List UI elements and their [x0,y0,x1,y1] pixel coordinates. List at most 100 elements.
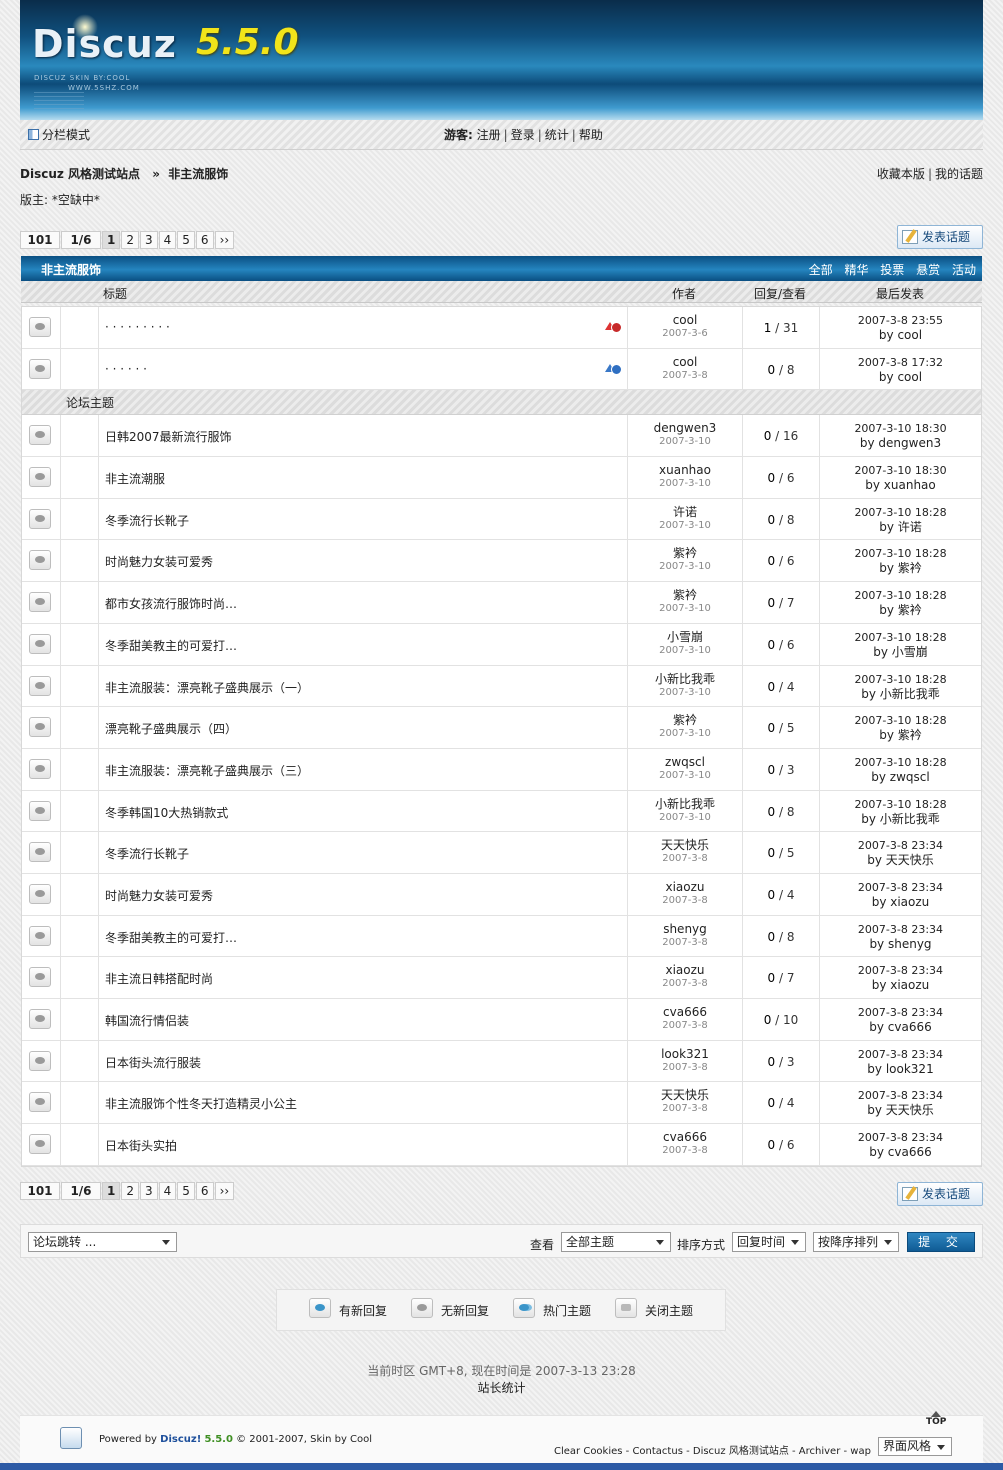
submit-button[interactable]: 提 交 [907,1232,975,1252]
last-post-time[interactable]: 2007-3-8 23:34 [858,1048,943,1061]
style-select[interactable]: 界面风格 [878,1437,952,1456]
topic-title-link[interactable]: 冬季韩国10大热销款式 [105,804,228,821]
topic-title-link[interactable]: 非主流服装：漂亮靴子盛典展示（三） [105,762,309,779]
filter-poll[interactable]: 投票 [880,263,904,277]
last-post-author[interactable]: by 小新比我乖 [820,812,981,826]
last-post-author[interactable]: by cva666 [820,1020,981,1034]
last-post-author[interactable]: by 天天快乐 [820,853,981,867]
new-topic-button-bottom[interactable]: 发表话题 [897,1182,983,1206]
last-post-author[interactable]: by 小新比我乖 [820,687,981,701]
pager-item[interactable]: 2 [121,231,139,249]
topic-title-link[interactable]: 漂亮靴子盛典展示（四） [105,720,237,737]
topic-title-link[interactable]: 都市女孩流行服饰时尚… [105,595,237,612]
brand-link[interactable]: Discuz! [160,1434,201,1445]
new-topic-button[interactable]: 发表话题 [897,225,983,249]
pager-item[interactable]: 4 [158,231,177,249]
last-post-author[interactable]: by 小雪崩 [820,645,981,659]
filter-digest[interactable]: 精华 [844,263,868,277]
author-link[interactable]: 紫衿 [673,713,697,727]
last-post-author[interactable]: by 紫衿 [820,728,981,742]
last-post-time[interactable]: 2007-3-10 18:28 [854,547,946,560]
author-link[interactable]: xiaozu [665,963,704,977]
author-link[interactable]: 许诺 [673,505,697,519]
pager-item[interactable]: 2 [121,1182,139,1200]
sort-select[interactable]: 回复时间 [732,1232,806,1252]
last-post-time[interactable]: 2007-3-8 23:34 [858,1131,943,1144]
author-link[interactable]: 小新比我乖 [655,672,715,686]
author-link[interactable]: dengwen3 [654,421,717,435]
webmaster-stats-link[interactable]: 站长统计 [0,1379,1003,1396]
filter-reward[interactable]: 悬赏 [916,263,940,277]
help-link[interactable]: 帮助 [579,128,603,142]
last-post-time[interactable]: 2007-3-10 18:30 [854,422,946,435]
last-post-time[interactable]: 2007-3-10 18:28 [854,631,946,644]
author-link[interactable]: 天天快乐 [661,1088,709,1102]
site-logo[interactable]: Discuz [32,22,177,66]
pager-next[interactable]: ›› [214,231,235,249]
last-post-author[interactable]: by zwqscl [820,770,981,784]
footer-links[interactable]: Clear Cookies - Contactus - Discuz 风格测试站… [554,1442,871,1457]
pager-item[interactable]: 5 [177,1182,195,1200]
last-post-time[interactable]: 2007-3-10 18:28 [854,798,946,811]
author-link[interactable]: 小雪崩 [667,630,703,644]
pager-next[interactable]: ›› [214,1182,235,1200]
topic-title-link[interactable]: · · · · · · [105,362,147,376]
author-link[interactable]: xiaozu [665,880,704,894]
favorite-forum-link[interactable]: 收藏本版 [877,167,925,181]
back-to-top[interactable]: TOP [926,1411,946,1427]
last-post-author[interactable]: by cool [820,328,981,342]
topic-title-link[interactable]: 非主流潮服 [105,470,165,487]
order-select[interactable]: 按降序排列 [813,1232,899,1252]
topic-title-link[interactable]: 时尚魅力女装可爱秀 [105,887,213,904]
last-post-author[interactable]: by dengwen3 [820,436,981,450]
author-link[interactable]: cva666 [663,1005,707,1019]
filter-all[interactable]: 全部 [809,263,833,277]
last-post-author[interactable]: by cool [820,370,981,384]
last-post-author[interactable]: by xuanhao [820,478,981,492]
last-post-author[interactable]: by shenyg [820,937,981,951]
author-link[interactable]: 紫衿 [673,588,697,602]
last-post-author[interactable]: by 许诺 [820,520,981,534]
author-link[interactable]: cool [673,313,698,327]
pager-item[interactable]: 3 [140,231,158,249]
breadcrumb-site[interactable]: Discuz 风格测试站点 [20,167,140,181]
topic-title-link[interactable]: 非主流服装：漂亮靴子盛典展示（一） [105,679,309,696]
topic-title-link[interactable]: 非主流服饰个性冬天打造精灵小公主 [105,1095,297,1112]
author-link[interactable]: xuanhao [659,463,711,477]
pager-item[interactable]: 6 [195,1182,214,1200]
topic-title-link[interactable]: 日韩2007最新流行服饰 [105,428,232,445]
last-post-time[interactable]: 2007-3-10 18:30 [854,464,946,477]
last-post-author[interactable]: by xiaozu [820,895,981,909]
author-link[interactable]: cva666 [663,1130,707,1144]
last-post-time[interactable]: 2007-3-10 18:28 [854,506,946,519]
author-link[interactable]: 天天快乐 [661,838,709,852]
last-post-time[interactable]: 2007-3-8 23:34 [858,1006,943,1019]
last-post-author[interactable]: by 紫衿 [820,561,981,575]
last-post-time[interactable]: 2007-3-8 23:34 [858,923,943,936]
topic-title-link[interactable]: 日本街头实拍 [105,1137,177,1154]
author-link[interactable]: cool [673,355,698,369]
author-link[interactable]: 紫衿 [673,546,697,560]
last-post-time[interactable]: 2007-3-8 23:34 [858,839,943,852]
last-post-time[interactable]: 2007-3-10 18:28 [854,756,946,769]
last-post-time[interactable]: 2007-3-8 23:34 [858,1089,943,1102]
topic-title-link[interactable]: · · · · · · · · · [105,320,170,334]
my-topics-link[interactable]: 我的话题 [935,167,983,181]
register-link[interactable]: 注册 [477,128,501,142]
last-post-author[interactable]: by look321 [820,1062,981,1076]
last-post-time[interactable]: 2007-3-10 18:28 [854,589,946,602]
author-link[interactable]: shenyg [663,922,707,936]
topic-title-link[interactable]: 冬季流行长靴子 [105,512,189,529]
last-post-time[interactable]: 2007-3-10 18:28 [854,673,946,686]
last-post-time[interactable]: 2007-3-8 23:34 [858,881,943,894]
author-link[interactable]: 小新比我乖 [655,797,715,811]
last-post-time[interactable]: 2007-3-8 23:34 [858,964,943,977]
filter-activity[interactable]: 活动 [952,263,976,277]
pager-item[interactable]: 1 [102,1182,121,1200]
topic-title-link[interactable]: 韩国流行情侣装 [105,1012,189,1029]
topic-title-link[interactable]: 冬季甜美教主的可爱打… [105,929,237,946]
last-post-author[interactable]: by 天天快乐 [820,1103,981,1117]
login-link[interactable]: 登录 [511,128,535,142]
stats-link[interactable]: 统计 [545,128,569,142]
last-post-time[interactable]: 2007-3-10 18:28 [854,714,946,727]
